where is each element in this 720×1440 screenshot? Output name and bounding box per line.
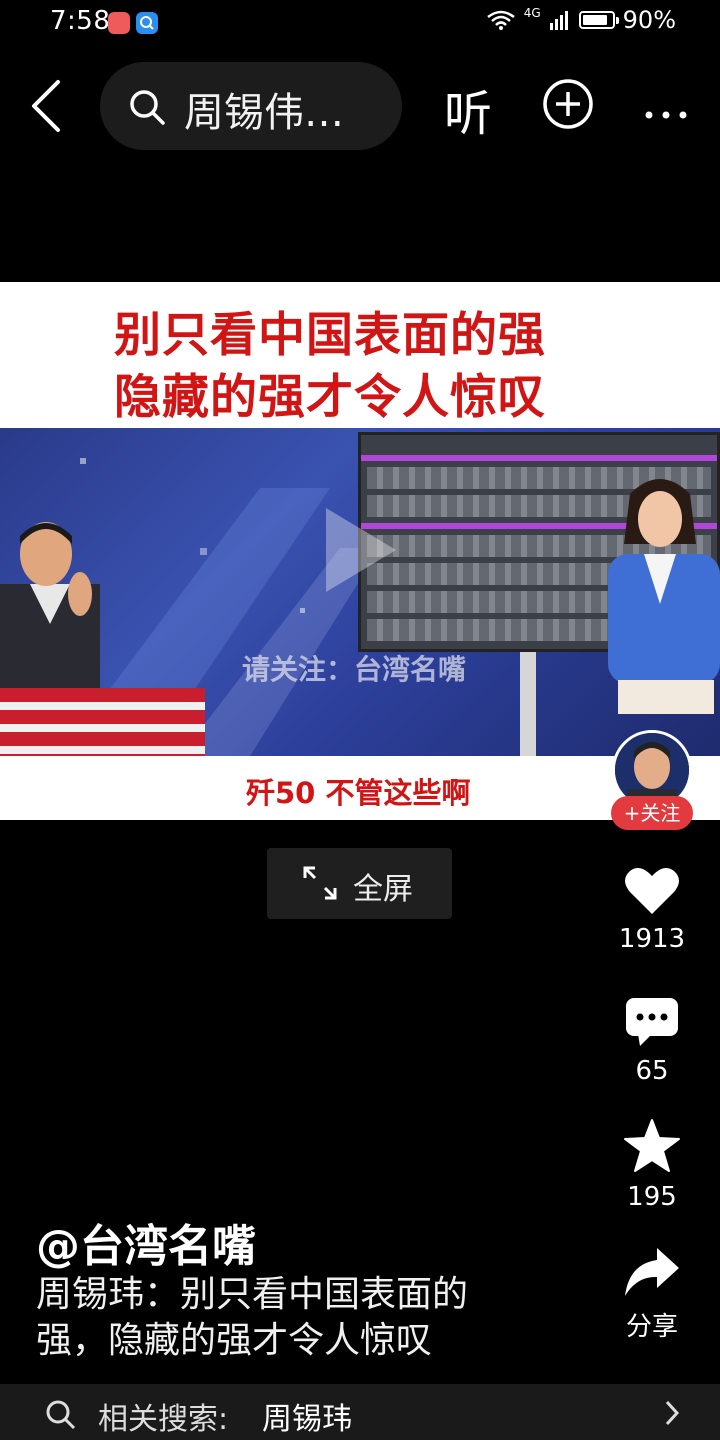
search-bar[interactable]: 周锡伟… <box>100 62 402 150</box>
video-title-banner: 别只看中国表面的强 隐藏的强才令人惊叹 <box>0 282 720 428</box>
status-right: 4G 90% <box>486 6 676 34</box>
wifi-icon <box>486 10 515 30</box>
share-button[interactable]: 分享 <box>604 1246 700 1343</box>
host-figure <box>0 522 100 694</box>
status-bar: 7:58 4G 90% <box>0 0 720 48</box>
studio-desk <box>0 688 205 756</box>
favorite-count: 195 <box>627 1182 677 1212</box>
more-button[interactable] <box>644 88 688 129</box>
star-icon <box>624 1119 680 1172</box>
battery-icon <box>578 11 619 29</box>
comment-button[interactable]: 65 <box>604 996 700 1086</box>
related-search-label: 相关搜索: <box>98 1402 229 1437</box>
status-time: 7:58 <box>50 6 111 36</box>
chevron-left-icon <box>32 80 60 132</box>
more-dots-icon <box>645 111 687 119</box>
share-label: 分享 <box>625 1312 678 1342</box>
screen-stand <box>520 652 536 756</box>
battery-percent: 90% <box>622 6 676 34</box>
comment-count: 65 <box>635 1056 669 1086</box>
fullscreen-label: 全屏 <box>353 872 413 907</box>
add-button[interactable] <box>542 78 594 130</box>
fullscreen-button[interactable]: 全屏 <box>267 848 452 919</box>
studio-scene: 请关注：台湾名嘴 <box>0 428 720 756</box>
like-button[interactable]: 1913 <box>604 866 700 954</box>
chevron-right-icon <box>665 1400 680 1426</box>
heart-icon <box>625 867 679 914</box>
follow-button[interactable]: +关注 <box>611 796 693 830</box>
related-search-term: 周锡玮 <box>262 1402 352 1437</box>
author-name[interactable]: @台湾名嘴 <box>36 1210 256 1274</box>
share-arrow-icon <box>625 1248 679 1296</box>
related-search-bar[interactable]: 相关搜索: 周锡玮 <box>0 1384 720 1440</box>
listen-button[interactable]: 听 <box>444 74 492 144</box>
favorite-button[interactable]: 195 <box>604 1118 700 1212</box>
search-icon <box>130 90 165 125</box>
back-button[interactable] <box>28 78 68 134</box>
play-icon <box>326 508 396 592</box>
network-type: 4G <box>523 6 541 20</box>
video-watermark: 请关注：台湾名嘴 <box>242 653 467 686</box>
video-subtitle: 歼50 不管这些啊 <box>246 776 471 810</box>
expand-icon <box>303 866 337 900</box>
plus-circle-icon <box>543 79 593 129</box>
signal-icon <box>549 11 568 30</box>
anchor-figure <box>608 479 720 714</box>
comment-icon <box>626 998 678 1046</box>
video-player[interactable]: 别只看中国表面的强 隐藏的强才令人惊叹 请关注：台湾名嘴 歼50 不管这些啊 <box>0 282 720 820</box>
post-description: 周锡玮：别只看中国表面的强，隐藏的强才令人惊叹 <box>36 1274 469 1361</box>
video-title-line1: 别只看中国表面的强 <box>114 308 546 363</box>
video-title-line2: 隐藏的强才令人惊叹 <box>114 370 546 425</box>
search-icon <box>46 1400 76 1430</box>
search-query: 周锡伟… <box>184 90 344 136</box>
notification-app-icon <box>108 12 130 34</box>
search-app-icon <box>136 12 158 34</box>
like-count: 1913 <box>618 924 686 954</box>
